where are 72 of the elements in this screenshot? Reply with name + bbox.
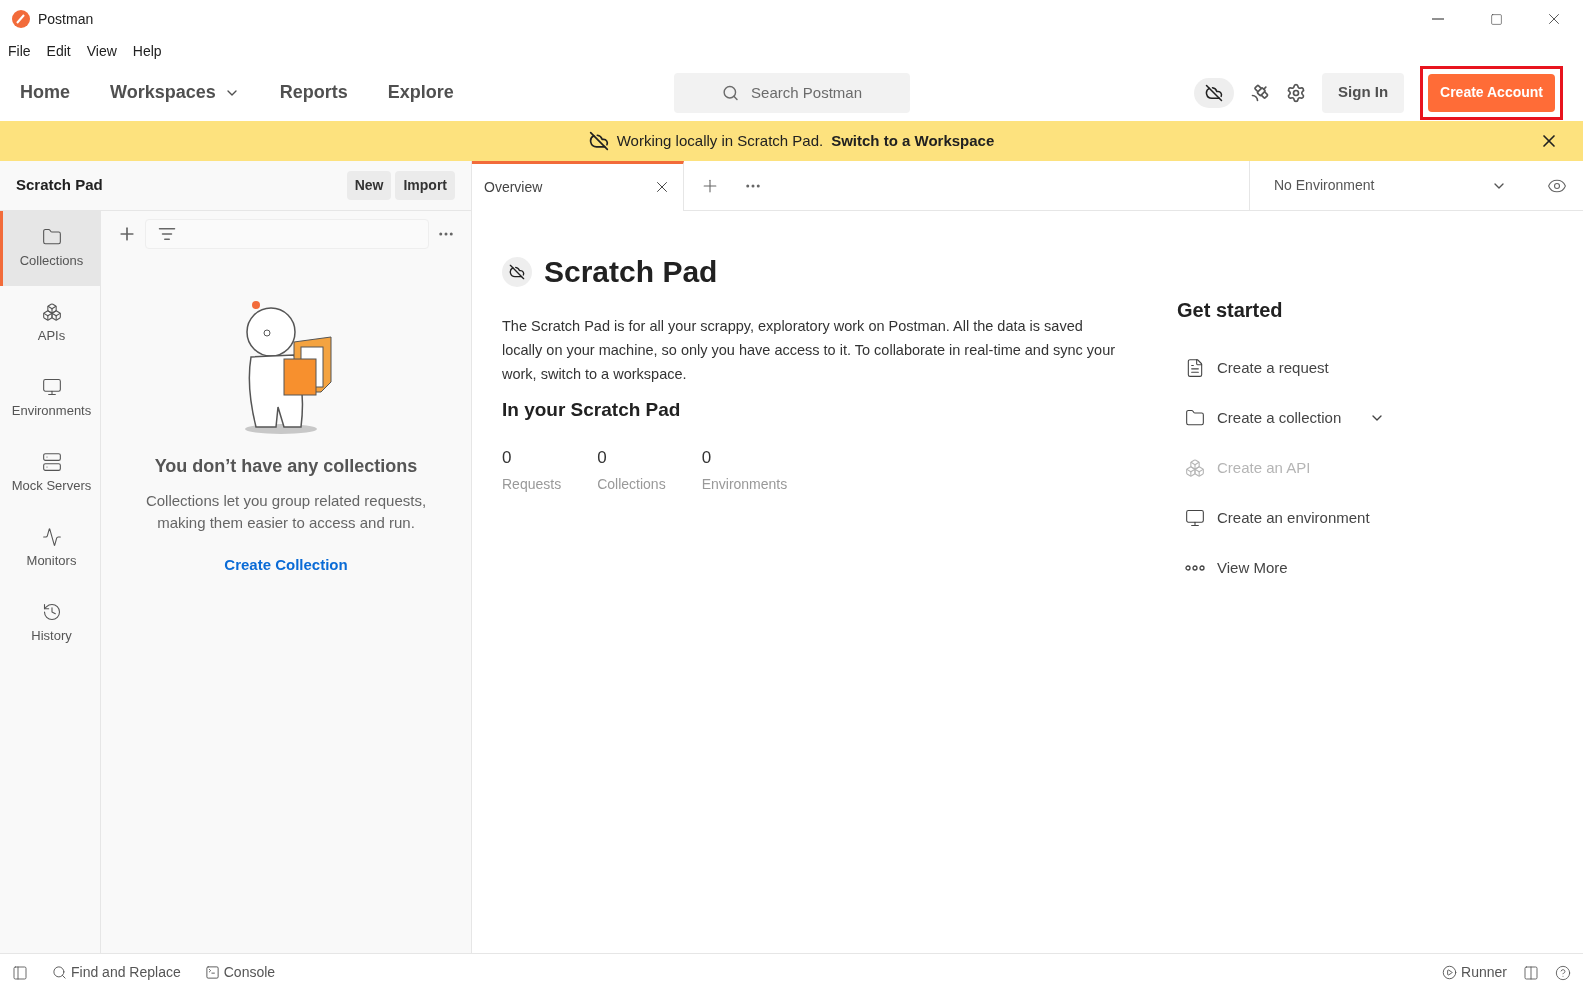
maximize-icon	[1489, 12, 1503, 26]
sidebar-icon	[41, 526, 62, 547]
nav-link[interactable]: Explore	[387, 79, 454, 106]
terminal-icon	[204, 965, 220, 980]
minimize-icon	[1432, 18, 1444, 20]
item-icon	[1185, 458, 1205, 478]
sidebar-icon	[41, 301, 62, 322]
menu-item[interactable]: File	[8, 40, 31, 62]
panel-button[interactable]: Import	[395, 171, 455, 200]
panel-button[interactable]: New	[346, 171, 392, 200]
empty-text: Collections let you group related requests, making them easier to access and run.	[144, 491, 428, 533]
filter-icon	[158, 225, 176, 243]
search-field[interactable]: Search Postman	[674, 73, 910, 113]
window-title: Postman	[38, 9, 94, 29]
menu-item[interactable]: Edit	[46, 40, 71, 62]
banner-text: Working locally in Scratch Pad.	[616, 130, 824, 151]
stat-label: Requests	[502, 475, 562, 494]
stat-value: 0	[701, 446, 713, 469]
status-button[interactable]: Console	[204, 962, 276, 983]
menu-item[interactable]: Help	[132, 40, 162, 62]
get-started-item[interactable]: Create an environment	[1177, 493, 1386, 543]
nav-link[interactable]: Reports	[279, 79, 348, 106]
get-started-item[interactable]: Create a collection	[1177, 393, 1386, 443]
get-started-heading: Get started	[1177, 298, 1284, 323]
overview-title: Scratch Pad	[544, 254, 718, 290]
sidebar-icon	[41, 451, 62, 472]
panel-title: Scratch Pad	[16, 175, 103, 196]
item-icon	[1185, 508, 1205, 528]
play-icon	[1442, 965, 1458, 980]
settings-icon[interactable]	[1286, 82, 1307, 103]
sidebar-item[interactable]: Monitors	[0, 511, 100, 586]
two-pane-icon[interactable]	[1523, 964, 1539, 981]
status-button[interactable]: Find and Replace	[52, 962, 181, 983]
tab[interactable]: Overview	[472, 160, 684, 211]
create-collection-link[interactable]: Create Collection	[224, 554, 348, 577]
sidebar-item[interactable]: Mock Servers	[0, 436, 100, 511]
stat-label: Environments	[701, 475, 788, 494]
environment-select[interactable]: No Environment	[1249, 160, 1531, 211]
cloud-off-icon	[588, 131, 609, 151]
item-icon	[1185, 408, 1205, 428]
item-icon	[1185, 358, 1205, 378]
nav-link[interactable]: Workspaces	[110, 79, 240, 106]
get-started-item[interactable]: Create a request	[1177, 343, 1386, 393]
status-button[interactable]: Runner	[1442, 962, 1507, 983]
sidebar-toggle-icon[interactable]	[12, 964, 28, 981]
empty-title: You don’t have any collections	[154, 455, 418, 478]
search-icon	[722, 84, 740, 102]
cloud-off-icon[interactable]	[1194, 77, 1235, 108]
satellite-icon[interactable]	[1250, 82, 1271, 103]
sidebar-item[interactable]: APIs	[0, 286, 100, 361]
help-icon[interactable]	[1555, 964, 1571, 981]
switch-workspace-link[interactable]: Switch to a Workspace	[831, 129, 995, 153]
sidebar-icon	[41, 601, 62, 622]
stat-label: Collections	[597, 475, 666, 494]
nav-link[interactable]: Home	[20, 79, 70, 106]
stat-value: 0	[502, 446, 513, 469]
sidebar-item[interactable]: Collections	[0, 211, 100, 286]
cloud-off-icon	[502, 256, 532, 287]
section-heading: In your Scratch Pad	[502, 398, 682, 422]
sidebar-icon	[41, 226, 62, 247]
stat-value: 0	[597, 446, 608, 469]
item-icon	[1185, 565, 1205, 571]
overview-description: The Scratch Pad is for all your scrappy, exploratory work on Postman. All the data is saved locally on your machine, so only you have access to it. To collaborate in real-time and sync your work, switch to a workspace.	[502, 317, 1117, 384]
sidebar-item[interactable]: Environments	[0, 361, 100, 436]
search-icon	[52, 965, 67, 980]
sign-in-button[interactable]: Sign In	[1322, 72, 1405, 113]
filter-field[interactable]	[145, 219, 429, 249]
app-logo-icon	[12, 10, 30, 28]
sidebar-item[interactable]: History	[0, 586, 100, 661]
get-started-item[interactable]: View More	[1177, 543, 1386, 593]
menu-item[interactable]: View	[86, 40, 117, 62]
sidebar-icon	[41, 376, 62, 397]
